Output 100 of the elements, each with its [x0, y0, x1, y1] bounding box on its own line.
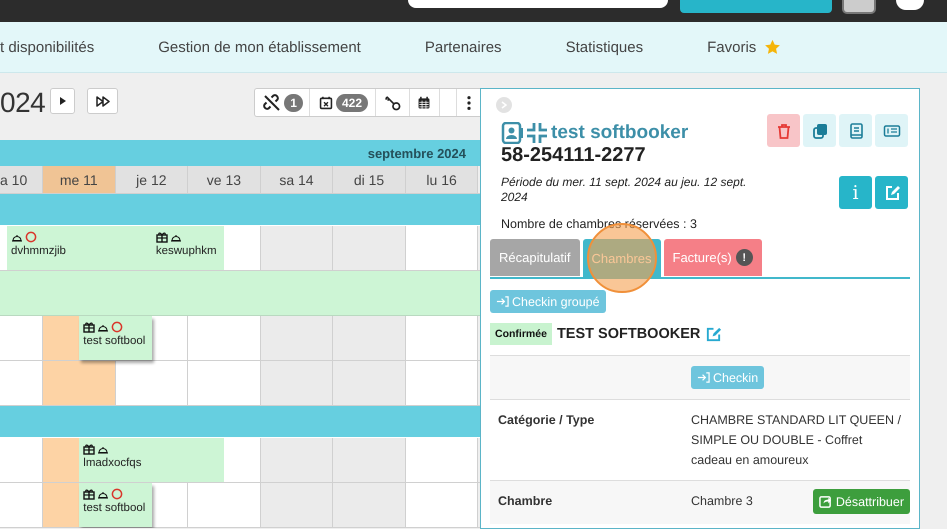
delete-button[interactable]	[767, 114, 800, 147]
search-field[interactable]	[408, 0, 668, 8]
calendar-cell[interactable]	[43, 438, 80, 482]
calendar-cell[interactable]	[152, 361, 188, 405]
calendar-cell[interactable]	[224, 361, 261, 405]
checkin-icon	[697, 371, 710, 384]
calendar-cell[interactable]	[224, 316, 261, 360]
calendar-cell[interactable]	[296, 361, 334, 405]
calendar-cell[interactable]	[370, 361, 406, 405]
fast-forward-button[interactable]	[87, 88, 118, 114]
booking-number: 58-254111-2277	[501, 144, 647, 167]
calendar-cell[interactable]	[0, 226, 7, 270]
copy-button[interactable]	[803, 114, 836, 147]
calendar-cell[interactable]	[43, 316, 80, 360]
calendar-cell[interactable]	[442, 361, 478, 405]
field-value: CHAMBRE STANDARD LIT QUEEN / SIMPLE OU DOUBLE - Coffret cadeau en amoureux	[691, 412, 902, 469]
key-icon	[384, 94, 401, 111]
calendar-cell[interactable]	[370, 483, 406, 527]
unlink-icon	[263, 94, 282, 112]
nav-link[interactable]: Gestion de mon établissement	[158, 38, 361, 56]
top-button[interactable]	[680, 0, 832, 13]
calendar-cell[interactable]	[442, 483, 478, 527]
book-button[interactable]	[839, 114, 872, 147]
edit-icon[interactable]	[705, 326, 722, 342]
calendar-cell[interactable]	[406, 226, 442, 270]
square-button[interactable]	[842, 0, 876, 14]
calendar-cell[interactable]	[406, 483, 442, 527]
calendar-cell[interactable]	[406, 361, 442, 405]
calendar-cell[interactable]	[224, 438, 261, 482]
calendar-cell[interactable]	[333, 361, 370, 405]
guest-title: TEST SOFTBOOKER	[556, 326, 700, 342]
star-icon	[764, 38, 782, 56]
calendar-cell[interactable]	[333, 316, 370, 360]
day-header: lu 16	[406, 166, 478, 193]
reservation-block[interactable]: test softbool	[79, 316, 152, 360]
calendar-cell[interactable]	[7, 438, 43, 482]
calendar-cell[interactable]	[442, 316, 478, 360]
nav-link[interactable]: Partenaires	[424, 38, 502, 56]
calendar-cell[interactable]	[333, 438, 370, 482]
guest-name: keswuphkm	[156, 245, 218, 257]
calendar-cell[interactable]	[188, 483, 224, 527]
calendar-cell[interactable]	[0, 316, 7, 360]
calendar-cell[interactable]	[333, 226, 370, 270]
calendar-cell[interactable]	[0, 361, 7, 405]
calendar-cell[interactable]	[406, 438, 442, 482]
calendar-cell[interactable]	[260, 438, 297, 482]
calendar-cell[interactable]	[442, 438, 478, 482]
calendar-cell[interactable]	[260, 361, 297, 405]
reservation-block[interactable]: test softbool	[79, 483, 152, 527]
nav-link[interactable]: Favoris	[707, 38, 782, 56]
avatar-button[interactable]	[896, 0, 924, 10]
calendar-cell[interactable]	[370, 438, 406, 482]
calendar-cell[interactable]	[296, 438, 334, 482]
calendar-cell[interactable]	[296, 226, 334, 270]
calendar-cell[interactable]	[152, 316, 188, 360]
count-badge: 1	[284, 94, 303, 112]
calendar-cell[interactable]	[224, 483, 261, 527]
calendar-cell[interactable]	[188, 316, 224, 360]
calendar-cell[interactable]	[333, 483, 370, 527]
calendar-cell[interactable]	[260, 483, 297, 527]
nav-link[interactable]: t disponibilités	[0, 38, 94, 56]
nav-link[interactable]: Statistiques	[566, 38, 644, 56]
fast-forward-icon	[96, 96, 110, 106]
collapse-button[interactable]	[496, 97, 512, 113]
guest-name: test softbool	[83, 335, 146, 347]
reservation-block[interactable]: lmadxocfqs	[79, 438, 224, 482]
reservation-block[interactable]: keswuphkm	[152, 226, 224, 270]
period-text: Période du mer. 11 sept. 2024 au jeu. 12 sept. 2024	[501, 175, 748, 205]
calendar-cell[interactable]	[116, 361, 152, 405]
calendar-cell[interactable]	[0, 438, 7, 482]
calendar-cell[interactable]	[224, 226, 261, 270]
field-label: Chambre	[490, 480, 683, 524]
calendar-cell[interactable]	[260, 316, 297, 360]
next-button[interactable]	[50, 88, 75, 114]
calendar-cell[interactable]	[79, 361, 116, 405]
calendar-cell[interactable]	[370, 226, 406, 270]
calendar-cell[interactable]	[296, 316, 334, 360]
calendar-cell[interactable]	[260, 226, 297, 270]
calendar-cell[interactable]	[43, 361, 80, 405]
tab[interactable]: Facture(s) !	[664, 239, 762, 276]
calendar-cell[interactable]	[0, 483, 7, 527]
calendar-cell[interactable]	[406, 316, 442, 360]
invoice-button[interactable]	[875, 114, 908, 147]
edit-button[interactable]	[875, 176, 908, 209]
day-header: sa 14	[260, 166, 334, 193]
contact-card-icon	[501, 122, 523, 144]
guest-name: dvhmmzjib	[11, 245, 67, 257]
reservation-block[interactable]: dvhmmzjib	[7, 226, 152, 270]
toolbar-button[interactable]: 422	[310, 89, 376, 116]
calendar-cell[interactable]	[152, 483, 188, 527]
calendar-cell[interactable]	[296, 483, 334, 527]
calendar-cell[interactable]	[7, 361, 43, 405]
calendar-cell[interactable]	[7, 316, 43, 360]
calendar-cell[interactable]	[442, 226, 478, 270]
toolbar-button[interactable]: 1	[255, 89, 310, 116]
calendar-cell[interactable]	[43, 483, 80, 527]
calendar-cell[interactable]	[188, 361, 224, 405]
calendar-cell[interactable]	[370, 316, 406, 360]
calendar-cell[interactable]	[7, 483, 43, 527]
calendar-x-icon	[318, 96, 333, 110]
